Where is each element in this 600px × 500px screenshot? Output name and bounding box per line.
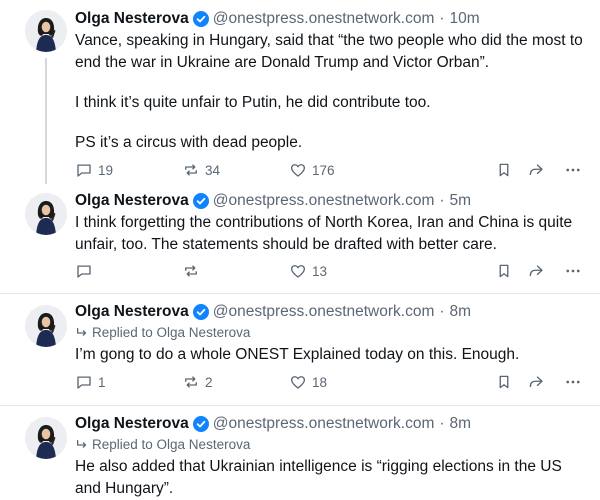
separator-dot: · xyxy=(439,192,445,209)
speech-bubble-icon xyxy=(75,161,93,179)
author-handle[interactable]: @onestpress.onestnetwork.com xyxy=(213,9,435,29)
more-options-button[interactable] xyxy=(564,158,582,182)
heart-icon xyxy=(289,161,307,179)
repost-count: 34 xyxy=(205,162,221,178)
post-time[interactable]: 8m xyxy=(450,302,472,322)
like-button[interactable]: 176 xyxy=(289,158,335,182)
speech-bubble-icon xyxy=(75,262,93,280)
post-time[interactable]: 10m xyxy=(450,9,480,29)
like-button[interactable]: 18 xyxy=(289,370,327,394)
more-dots-icon xyxy=(564,262,582,280)
post-header: Olga Nesterova @onestpress.onestnetwork.… xyxy=(75,9,480,29)
post-paragraph: I’m gong to do a whole ONEST Explained t… xyxy=(75,346,520,363)
bookmark-button[interactable] xyxy=(495,158,513,182)
bookmark-button[interactable] xyxy=(495,259,513,283)
reply-arrow-icon xyxy=(75,326,89,340)
reply-button[interactable]: 1 xyxy=(75,370,106,394)
replied-to-label[interactable]: Replied to Olga Nesterova xyxy=(75,436,250,454)
post-text: Vance, speaking in Hungary, said that “t… xyxy=(75,30,590,154)
like-count: 18 xyxy=(312,374,328,390)
post-header: Olga Nesterova @onestpress.onestnetwork.… xyxy=(75,191,471,211)
avatar[interactable] xyxy=(25,305,67,347)
verified-badge-icon xyxy=(193,416,209,432)
reply-button[interactable] xyxy=(75,259,98,283)
post-actions: 1 2 18 xyxy=(75,370,590,394)
share-button[interactable] xyxy=(527,370,545,394)
author-handle[interactable]: @onestpress.onestnetwork.com xyxy=(213,302,435,322)
replied-to-label[interactable]: Replied to Olga Nesterova xyxy=(75,324,250,342)
like-count: 13 xyxy=(312,263,328,279)
repost-arrows-icon xyxy=(182,161,200,179)
repost-button[interactable]: 34 xyxy=(182,158,220,182)
author-name[interactable]: Olga Nesterova xyxy=(75,302,189,322)
author-name[interactable]: Olga Nesterova xyxy=(75,191,189,211)
speech-bubble-icon xyxy=(75,373,93,391)
avatar[interactable] xyxy=(25,417,67,459)
post-2[interactable]: Olga Nesterova @onestpress.onestnetwork.… xyxy=(0,190,600,293)
share-arrow-icon xyxy=(527,373,545,391)
more-options-button[interactable] xyxy=(564,259,582,283)
replied-to-text: Replied to Olga Nesterova xyxy=(92,325,251,340)
repost-button[interactable]: 2 xyxy=(182,370,213,394)
heart-icon xyxy=(289,262,307,280)
more-options-button[interactable] xyxy=(564,370,582,394)
bookmark-icon xyxy=(495,161,513,179)
post-time[interactable]: 8m xyxy=(450,414,472,434)
author-handle[interactable]: @onestpress.onestnetwork.com xyxy=(213,191,435,211)
bookmark-icon xyxy=(495,262,513,280)
author-handle[interactable]: @onestpress.onestnetwork.com xyxy=(213,414,435,434)
heart-icon xyxy=(289,373,307,391)
share-button[interactable] xyxy=(527,259,545,283)
replied-to-text: Replied to Olga Nesterova xyxy=(92,437,251,452)
avatar[interactable] xyxy=(25,193,67,235)
post-3[interactable]: Olga Nesterova @onestpress.onestnetwork.… xyxy=(0,294,600,405)
repost-button[interactable] xyxy=(182,259,205,283)
post-actions: 13 xyxy=(75,259,590,283)
verified-badge-icon xyxy=(193,193,209,209)
author-name[interactable]: Olga Nesterova xyxy=(75,9,189,29)
post-1[interactable]: Olga Nesterova @onestpress.onestnetwork.… xyxy=(0,0,600,190)
share-button[interactable] xyxy=(527,158,545,182)
post-header: Olga Nesterova @onestpress.onestnetwork.… xyxy=(75,414,471,434)
like-button[interactable]: 13 xyxy=(289,259,327,283)
verified-badge-icon xyxy=(193,11,209,27)
like-count: 176 xyxy=(312,162,335,178)
post-time[interactable]: 5m xyxy=(450,191,472,211)
thread-connector-line xyxy=(45,58,47,184)
post-paragraph: I think it’s quite unfair to Putin, he d… xyxy=(75,94,431,111)
post-text: I’m gong to do a whole ONEST Explained t… xyxy=(75,344,590,366)
repost-count: 2 xyxy=(205,374,213,390)
bookmark-button[interactable] xyxy=(495,370,513,394)
thread-view: Olga Nesterova @onestpress.onestnetwork.… xyxy=(0,0,600,500)
reply-button[interactable]: 19 xyxy=(75,158,113,182)
repost-arrows-icon xyxy=(182,262,200,280)
author-name[interactable]: Olga Nesterova xyxy=(75,414,189,434)
avatar[interactable] xyxy=(25,10,67,52)
separator-dot: · xyxy=(439,303,445,320)
post-paragraph: Vance, speaking in Hungary, said that “t… xyxy=(75,32,583,71)
share-arrow-icon xyxy=(527,161,545,179)
post-paragraph: I think forgetting the contributions of … xyxy=(75,214,573,253)
post-paragraph: He also added that Ukrainian intelligenc… xyxy=(75,458,562,497)
verified-badge-icon xyxy=(193,304,209,320)
more-dots-icon xyxy=(564,373,582,391)
reply-count: 19 xyxy=(98,162,114,178)
post-text: I think forgetting the contributions of … xyxy=(75,212,590,256)
post-header: Olga Nesterova @onestpress.onestnetwork.… xyxy=(75,302,471,322)
post-actions: 19 34 176 xyxy=(75,158,590,182)
share-arrow-icon xyxy=(527,262,545,280)
post-text: He also added that Ukrainian intelligenc… xyxy=(75,456,590,500)
separator-dot: · xyxy=(439,10,445,27)
more-dots-icon xyxy=(564,161,582,179)
bookmark-icon xyxy=(495,373,513,391)
separator-dot: · xyxy=(439,415,445,432)
reply-count: 1 xyxy=(98,374,106,390)
repost-arrows-icon xyxy=(182,373,200,391)
reply-arrow-icon xyxy=(75,438,89,452)
post-paragraph: PS it’s a circus with dead people. xyxy=(75,134,303,151)
post-4[interactable]: Olga Nesterova @onestpress.onestnetwork.… xyxy=(0,406,600,500)
